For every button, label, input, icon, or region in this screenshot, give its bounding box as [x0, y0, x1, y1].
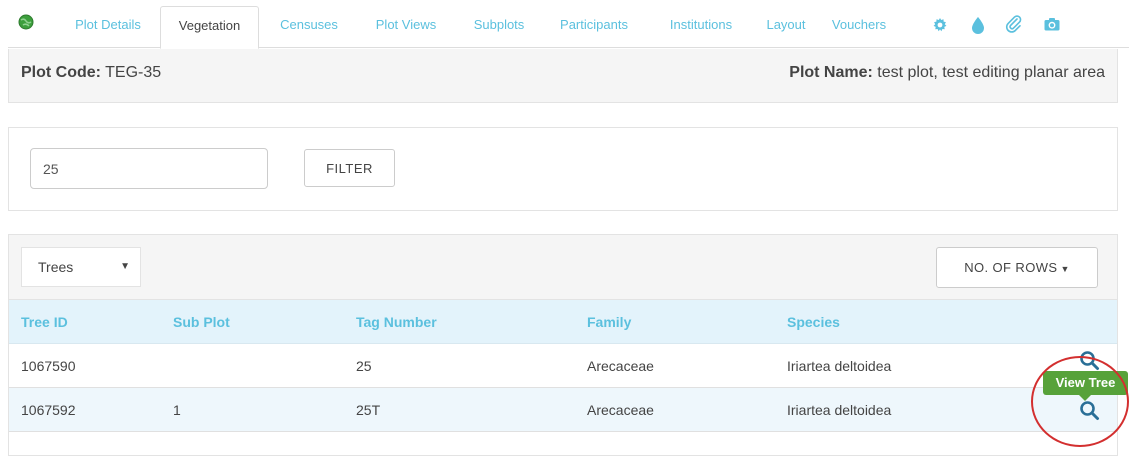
tab-participants[interactable]: Participants [546, 6, 642, 49]
globe-icon[interactable] [18, 14, 34, 33]
tab-institutions[interactable]: Institutions [653, 6, 749, 49]
plot-name-value: test plot, test editing planar area [877, 64, 1105, 81]
filter-button[interactable]: FILTER [304, 149, 395, 187]
filter-input[interactable] [30, 148, 268, 189]
filter-panel: FILTER [8, 127, 1118, 211]
caret-down-icon: ▼ [1060, 264, 1070, 274]
tree-id-cell: 1067592 [21, 402, 76, 418]
tree-id-cell: 1067590 [21, 358, 76, 374]
column-header-family[interactable]: Family [587, 314, 631, 330]
record-type-select[interactable]: Trees ▼ [21, 247, 141, 287]
tab-vouchers[interactable]: Vouchers [820, 6, 898, 49]
tab-bar: Plot Details Vegetation Censuses Plot Vi… [8, 0, 1129, 49]
tab-vegetation[interactable]: Vegetation [160, 6, 259, 49]
plot-name-label: Plot Name: [789, 64, 873, 81]
species-cell: Iriartea deltoidea [787, 358, 892, 374]
highlight-circle-annotation [1031, 356, 1129, 447]
family-cell: Arecaceae [587, 402, 654, 418]
record-type-value: Trees [38, 259, 74, 275]
plot-code: Plot Code: TEG-35 [21, 64, 161, 82]
table-row: 1067592 1 25T Arecaceae Iriartea deltoid… [9, 388, 1117, 432]
plot-name: Plot Name: test plot, test editing plana… [789, 64, 1105, 82]
tag-number-cell: 25 [356, 358, 372, 374]
gear-icon[interactable] [932, 17, 948, 36]
plot-code-value: TEG-35 [105, 64, 162, 81]
column-header-tag-number[interactable]: Tag Number [356, 314, 437, 330]
family-cell: Arecaceae [587, 358, 654, 374]
tab-censuses[interactable]: Censuses [265, 6, 353, 49]
camera-icon[interactable] [1044, 17, 1060, 34]
table-row: 1067590 25 Arecaceae Iriartea deltoidea [9, 344, 1117, 388]
column-header-species[interactable]: Species [787, 314, 840, 330]
tab-plot-details[interactable]: Plot Details [60, 6, 156, 49]
species-cell: Iriartea deltoidea [787, 402, 892, 418]
trees-table-panel: Trees ▼ NO. OF ROWS ▼ Tree ID Sub Plot Ta… [8, 234, 1118, 456]
column-header-tree-id[interactable]: Tree ID [21, 314, 68, 330]
no-of-rows-button[interactable]: NO. OF ROWS ▼ [936, 247, 1098, 288]
tab-layout[interactable]: Layout [756, 6, 816, 49]
tag-number-cell: 25T [356, 402, 381, 418]
plot-header-panel: Plot Code: TEG-35 Plot Name: test plot, … [8, 49, 1118, 103]
no-of-rows-label: NO. OF ROWS [964, 260, 1058, 275]
sub-plot-cell: 1 [173, 402, 181, 418]
table-toolbar: Trees ▼ NO. OF ROWS ▼ [9, 235, 1117, 300]
tab-plot-views[interactable]: Plot Views [362, 6, 450, 49]
plot-code-label: Plot Code: [21, 64, 101, 81]
column-header-sub-plot[interactable]: Sub Plot [173, 314, 230, 330]
drop-icon[interactable] [971, 16, 985, 37]
table-header: Tree ID Sub Plot Tag Number Family Speci… [9, 300, 1117, 344]
paperclip-icon[interactable] [1005, 15, 1023, 36]
select-arrow-icon: ▼ [120, 261, 130, 272]
tab-subplots[interactable]: Subplots [460, 6, 538, 49]
